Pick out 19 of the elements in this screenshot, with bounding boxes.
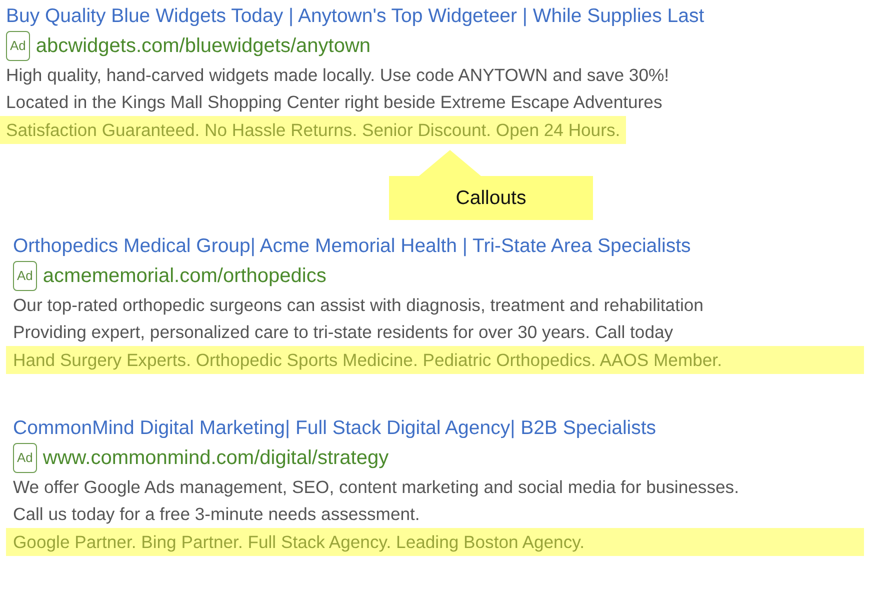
callout-annotation: Callouts — [389, 150, 593, 220]
ad-description: Call us today for a free 3-minute needs assessment. — [12, 503, 421, 526]
ad-url[interactable]: abcwidgets.com/bluewidgets/anytown — [36, 34, 371, 58]
ad-title[interactable]: Orthopedics Medical Group| Acme Memorial Health | Tri-State Area Specialists — [0, 232, 878, 260]
ad-url[interactable]: www.commonmind.com/digital/strategy — [42, 446, 389, 470]
ad-url[interactable]: acmememorial.com/orthopedics — [42, 264, 326, 288]
ad-description: Located in the Kings Mall Shopping Center right beside Extreme Escape Adventures — [5, 91, 664, 114]
ad-description: Providing expert, personalized care to tri-state residents for over 30 years. Call today — [12, 321, 674, 344]
ad-description: Our top-rated orthopedic surgeons can assist with diagnosis, treatment and rehabilitation — [12, 294, 704, 317]
ad-badge: Ad — [13, 261, 37, 291]
callout-highlight: Satisfaction Guaranteed. No Hassle Returns. Senior Discount. Open 24 Hours. — [0, 116, 626, 144]
callout-highlight: Google Partner. Bing Partner. Full Stack Agency. Leading Boston Agency. — [6, 528, 864, 556]
callout-highlight: Hand Surgery Experts. Orthopedic Sports Medicine. Pediatric Orthopedics. AAOS Member. — [6, 346, 864, 374]
ad-description: High quality, hand-carved widgets made locally. Use code ANYTOWN and save 30%! — [5, 64, 670, 87]
ad-title[interactable]: Buy Quality Blue Widgets Today | Anytown's Top Widgeteer | While Supplies Last — [0, 2, 878, 30]
ad-badge: Ad — [13, 443, 37, 473]
ad-title[interactable]: CommonMind Digital Marketing| Full Stack Digital Agency| B2B Specialists — [0, 414, 878, 442]
ad-badge: Ad — [6, 31, 30, 61]
ad-description: We offer Google Ads management, SEO, content marketing and social media for businesses. — [12, 476, 740, 499]
